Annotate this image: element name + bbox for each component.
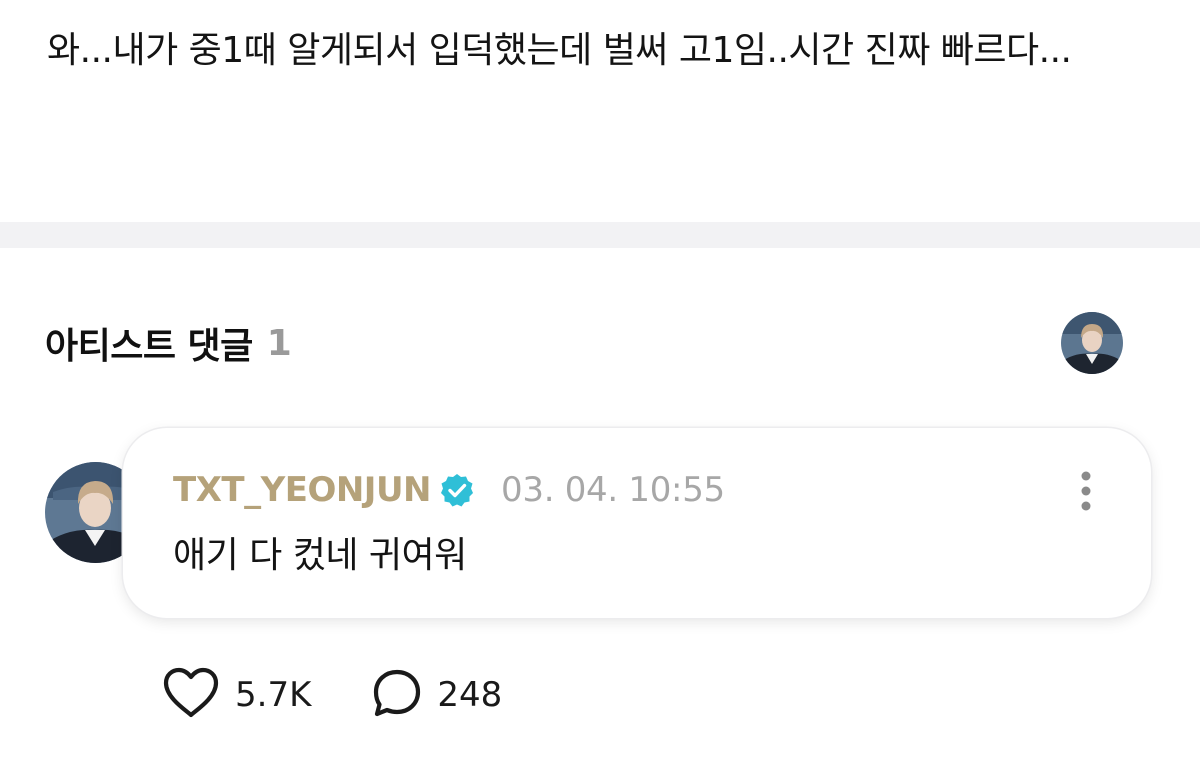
artist-comments-header: 아티스트 댓글 1	[45, 318, 292, 368]
section-divider	[0, 222, 1200, 248]
reply-count: 248	[437, 675, 503, 715]
like-button[interactable]: 5.7K	[161, 666, 311, 724]
verified-badge-icon	[439, 472, 475, 508]
like-count: 5.7K	[235, 675, 312, 715]
comment-text: 애기 다 컸네 귀여워	[173, 535, 467, 576]
comment-author-name[interactable]: TXT_YEONJUN	[173, 470, 432, 510]
artist-comments-count: 1	[266, 322, 292, 364]
artist-comment-card[interactable]: TXT_YEONJUN 03. 04. 10:55 애기 다 컸네 귀여워	[123, 428, 1151, 618]
more-vertical-icon[interactable]	[1061, 466, 1111, 516]
post-body-text: 와...내가 중1때 알게되서 입덕했는데 벌써 고1임..시간 진짜 빠르다.…	[47, 30, 1072, 71]
comment-meta: TXT_YEONJUN 03. 04. 10:55	[173, 466, 725, 514]
artist-comments-title: 아티스트 댓글	[45, 326, 253, 367]
artist-profile-avatar[interactable]	[1061, 312, 1123, 374]
comment-timestamp: 03. 04. 10:55	[501, 470, 725, 510]
comment-actions: 5.7K 248	[161, 666, 502, 724]
heart-icon	[161, 666, 221, 724]
speech-bubble-icon	[371, 667, 423, 723]
reply-button[interactable]: 248	[371, 667, 502, 723]
